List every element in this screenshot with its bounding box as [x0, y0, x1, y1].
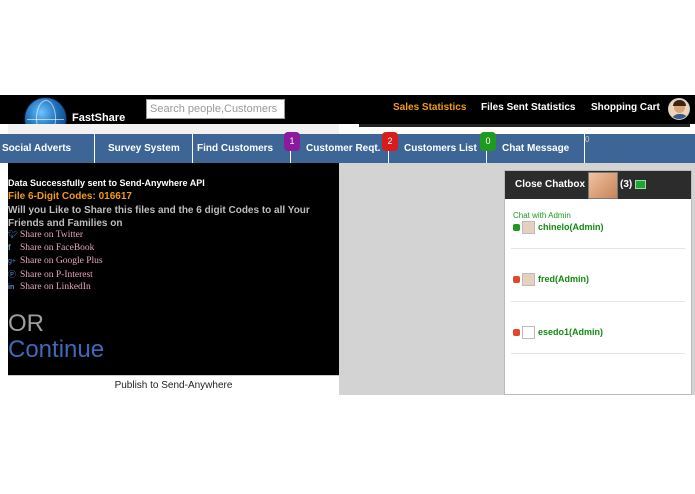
offline-status-icon	[513, 329, 520, 336]
offline-status-icon	[513, 276, 520, 283]
nav-sales-statistics[interactable]: Sales Statistics	[393, 102, 466, 113]
share-facebook-link[interactable]: f Share on FaceBook	[8, 243, 94, 253]
close-chatbox-button[interactable]: Close Chatbox	[515, 179, 585, 190]
success-message: Data Successfully sent to Send-Anywhere …	[8, 178, 205, 188]
nav-chat-message[interactable]: Chat Message	[502, 143, 569, 154]
chatbox-header: Close Chatbox (3)	[505, 171, 691, 199]
chat-user-avatar	[522, 326, 535, 339]
minimize-chat-icon[interactable]	[635, 180, 646, 189]
code-value: 016617	[98, 191, 132, 202]
chat-user-avatar	[522, 273, 535, 286]
code-label: File 6-Digit Codes:	[8, 191, 96, 202]
page: FastShare Sales Statistics Files Sent St…	[0, 0, 695, 494]
nav-social-adverts[interactable]: Social Adverts	[2, 143, 71, 154]
customer-req-badge: 1	[284, 132, 300, 151]
chat-divider	[511, 248, 685, 249]
share-twitter-label: Share on Twitter	[20, 230, 84, 240]
share-linkedin-label: Share on LinkedIn	[20, 282, 91, 292]
pinterest-icon: Ⓟ	[8, 270, 16, 279]
file-code-line: File 6-Digit Codes: 016617	[8, 191, 132, 202]
chat-user-item[interactable]: fred(Admin)	[513, 273, 589, 286]
facebook-icon: f	[8, 243, 11, 252]
share-google-plus-link[interactable]: g+ Share on Google Plus	[8, 256, 103, 266]
publish-button[interactable]: Publish to Send-Anywhere	[8, 375, 339, 395]
chat-with-label: Chat with Admin	[513, 211, 571, 220]
chat-user-name: esedo1(Admin)	[538, 326, 604, 337]
customers-list-badge: 2	[382, 132, 398, 151]
search-input[interactable]	[146, 99, 285, 119]
share-twitter-link[interactable]: 🐦︎ Share on Twitter	[8, 230, 83, 240]
chat-user-name: chinelo(Admin)	[538, 221, 604, 232]
or-text: OR	[8, 310, 44, 337]
linkedin-icon: in	[8, 284, 15, 291]
share-facebook-label: Share on FaceBook	[20, 243, 95, 253]
chat-count: (3)	[620, 179, 633, 190]
chat-user-item[interactable]: esedo1(Admin)	[513, 326, 603, 339]
user-avatar[interactable]	[668, 98, 690, 120]
share-google-plus-label: Share on Google Plus	[20, 256, 103, 266]
chatbox: Close Chatbox (3) Chat with Admin chinel…	[504, 170, 692, 395]
nav-survey-system[interactable]: Survey System	[108, 143, 180, 154]
chat-divider	[511, 353, 685, 354]
nav-find-customers[interactable]: Find Customers	[197, 143, 273, 154]
chat-message-badge: 0	[480, 132, 496, 151]
nav-files-sent-statistics[interactable]: Files Sent Statistics	[481, 102, 575, 113]
continue-link[interactable]: Continue	[8, 336, 104, 364]
share-linkedin-link[interactable]: in Share on LinkedIn	[8, 282, 91, 292]
nav-customers-list[interactable]: Customers List	[404, 143, 477, 154]
logo-text[interactable]: FastShare	[72, 112, 125, 124]
chat-user-item[interactable]: chinelo(Admin)	[513, 221, 604, 234]
share-prompt: Will you Like to Share this files and th…	[8, 205, 310, 229]
chat-support-avatar	[588, 172, 618, 199]
header-right-divider	[359, 124, 690, 127]
twitter-icon: 🐦︎	[8, 230, 19, 239]
chat-divider	[511, 301, 685, 302]
share-pinterest-link[interactable]: Ⓟ Share on P-Interest	[8, 269, 93, 280]
share-pinterest-label: Share on P-Interest	[20, 270, 93, 280]
nav-shopping-cart[interactable]: Shopping Cart	[591, 102, 660, 113]
trailing-badge: 0	[585, 135, 590, 144]
nav-customer-reqt[interactable]: Customer Reqt.	[306, 143, 380, 154]
online-status-icon	[513, 224, 520, 231]
chat-user-name: fred(Admin)	[538, 273, 589, 284]
google-plus-icon: g+	[8, 258, 16, 265]
chat-user-avatar	[522, 221, 535, 234]
